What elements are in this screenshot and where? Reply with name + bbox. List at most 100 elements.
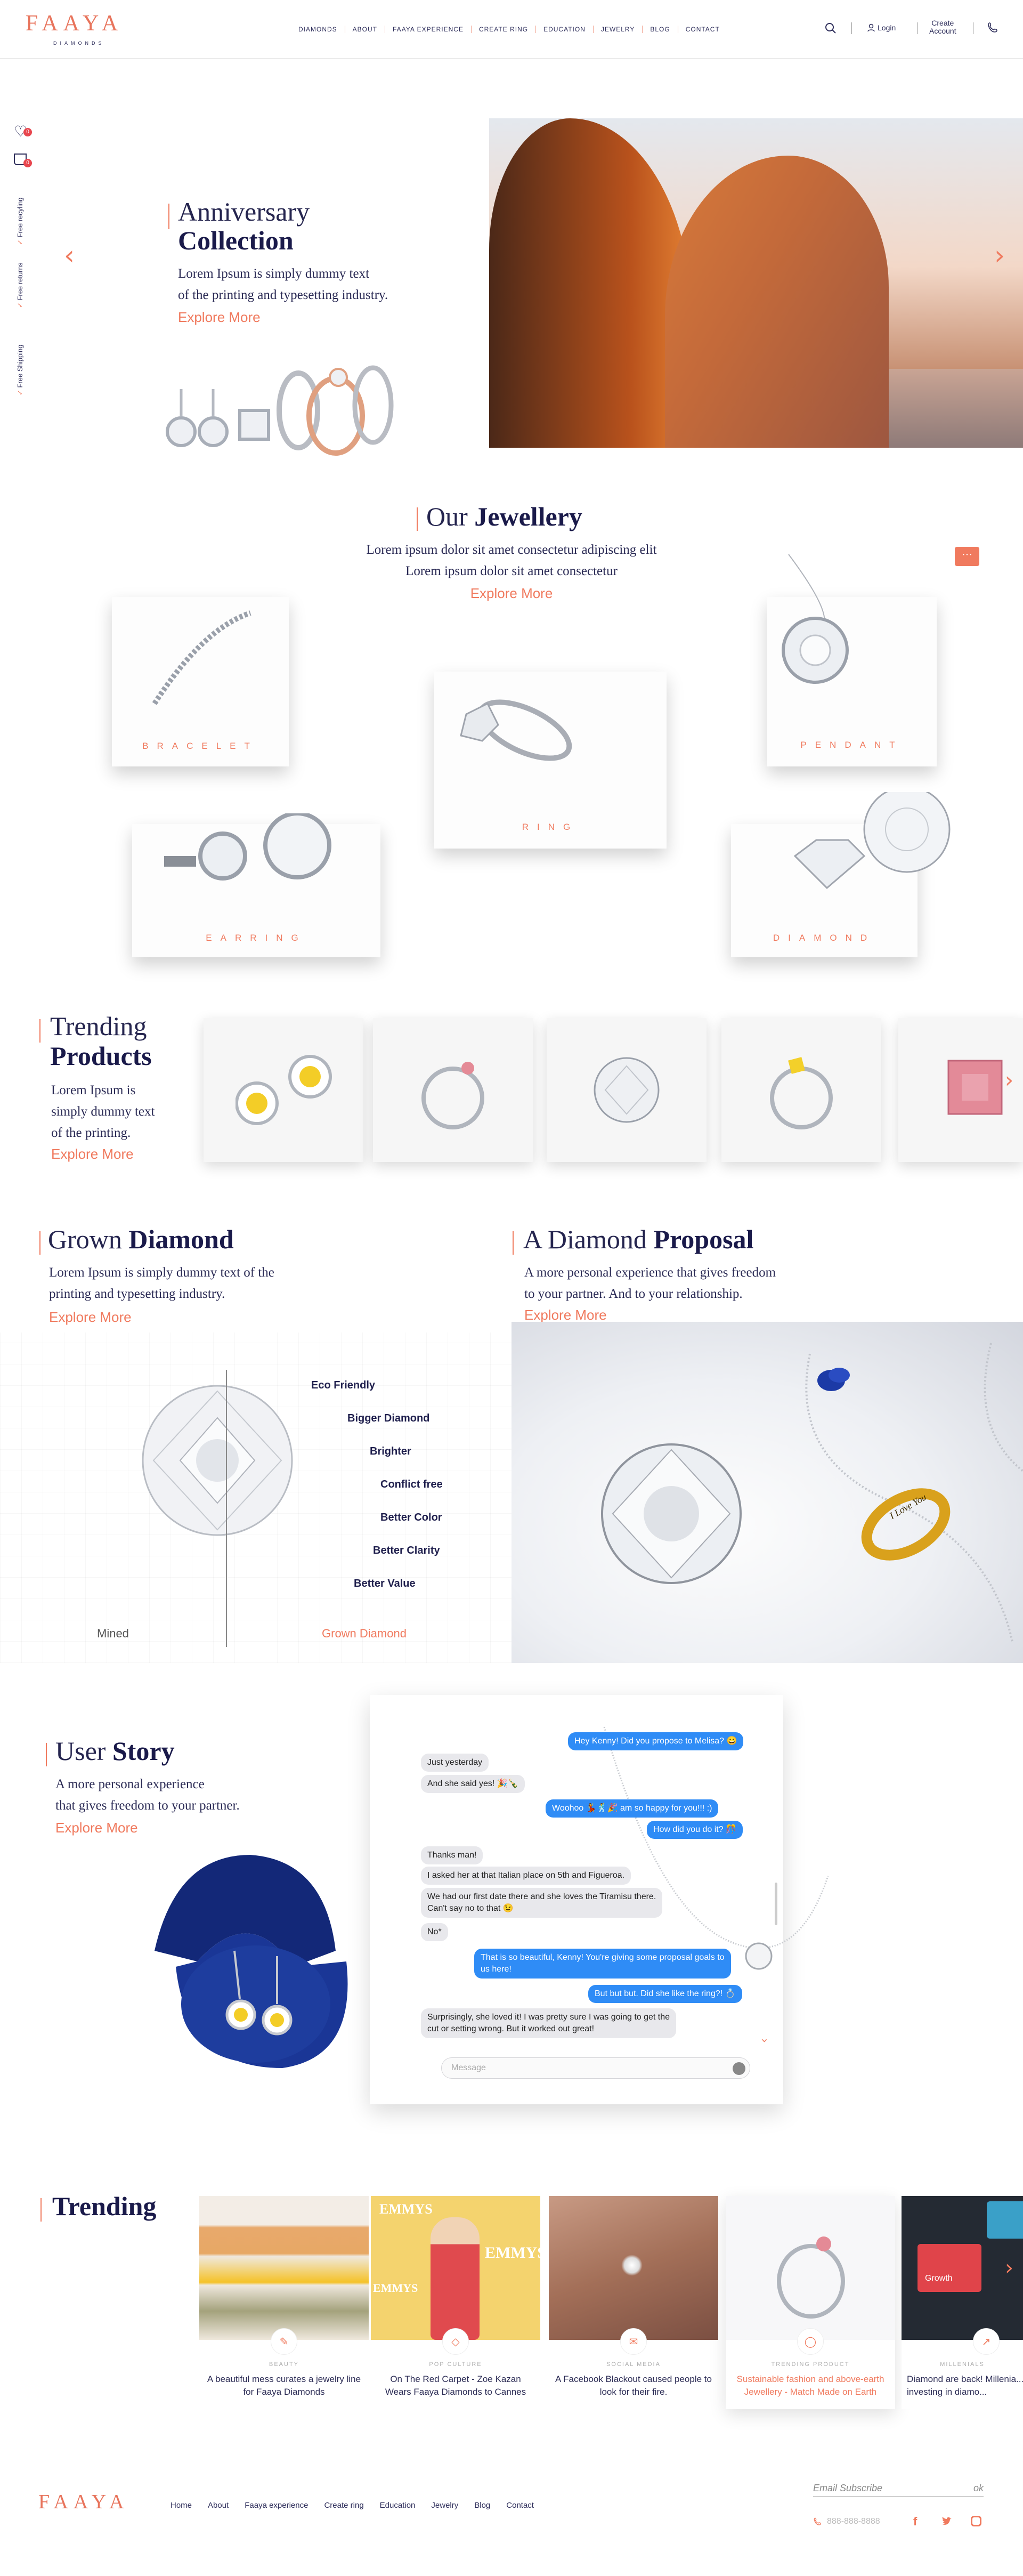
- grown-diamond-panel: Eco Friendly Bigger Diamond Brighter Con…: [0, 1333, 512, 1663]
- card-label: RING: [522, 822, 579, 832]
- card-earring[interactable]: EARRING: [132, 813, 380, 957]
- create-account-link[interactable]: Create Account: [929, 19, 956, 35]
- chat-widget-button[interactable]: ···: [955, 547, 979, 566]
- blog-card[interactable]: ✎ BEAUTY A beautiful mess curates a jewe…: [199, 2196, 369, 2409]
- grown-title-bold: Diamond: [128, 1224, 234, 1254]
- chat-window: Hey Kenny! Did you propose to Melisa? 😀 …: [370, 1695, 829, 2104]
- chat-message-received: Thanks man!: [421, 1846, 483, 1864]
- hero-title-bold: Collection: [178, 225, 294, 255]
- title-accent-bar: [168, 204, 169, 229]
- product-card[interactable]: [373, 1018, 533, 1162]
- trending-products-line-1: Lorem Ipsum is: [51, 1083, 136, 1097]
- proposal-scene: [601, 1343, 1023, 1642]
- hero-line-1: Lorem Ipsum is simply dummy text: [178, 267, 370, 281]
- footer-logo[interactable]: FAAYA: [38, 2490, 129, 2514]
- email-subscribe-field[interactable]: Email Subscribe ok: [813, 2478, 984, 2497]
- trending-next-arrow[interactable]: ›: [1005, 1068, 1013, 1093]
- nav-blog[interactable]: BLOG: [643, 26, 678, 33]
- message-placeholder: Message: [451, 2063, 486, 2072]
- send-icon[interactable]: [733, 2062, 745, 2075]
- nav-about[interactable]: ABOUT: [345, 26, 386, 33]
- nav-contact[interactable]: CONTACT: [678, 26, 727, 33]
- product-card[interactable]: [204, 1018, 363, 1162]
- subscribe-ok-button[interactable]: ok: [973, 2483, 984, 2494]
- chat-message-received: No*: [421, 1923, 448, 1941]
- hero-explore-link[interactable]: Explore More: [178, 309, 261, 326]
- nav-jewelry[interactable]: JEWELRY: [594, 26, 643, 33]
- pink-ring-drawing: [777, 2236, 845, 2319]
- search-icon[interactable]: [825, 22, 837, 34]
- blog-card[interactable]: ◯ TRENDING PRODUCT Sustainable fashion a…: [726, 2196, 895, 2409]
- title-accent-bar: [40, 2198, 42, 2222]
- chat-message-received: And she said yes! 🎉🍾: [421, 1775, 525, 1793]
- chat-message-received: I asked her at that Italian place on 5th…: [421, 1867, 631, 1885]
- product-card[interactable]: [721, 1018, 881, 1162]
- login-link[interactable]: Login: [867, 23, 896, 32]
- card-pendant[interactable]: PENDANT: [767, 554, 937, 766]
- footer-link-faaya-experience[interactable]: Faaya experience: [245, 2501, 308, 2510]
- twitter-icon[interactable]: [941, 2516, 953, 2526]
- blog-next-arrow[interactable]: ›: [1005, 2256, 1013, 2280]
- phone-icon[interactable]: [987, 21, 1000, 34]
- yellow-diamond-ring-image: [770, 1057, 833, 1129]
- blog-caption: A Facebook Blackout caused people to loo…: [555, 2374, 712, 2397]
- footer-link-education[interactable]: Education: [380, 2501, 416, 2510]
- footer-link-jewelry[interactable]: Jewelry: [431, 2501, 458, 2510]
- ring-sparkle: [621, 2255, 643, 2276]
- divider: [851, 22, 852, 34]
- blog-category: SOCIAL MEDIA: [606, 2361, 661, 2368]
- beauty-icon: ✎: [271, 2328, 297, 2355]
- card-diamond[interactable]: DIAMOND: [731, 792, 951, 957]
- trending-blog-title: Trending: [52, 2191, 157, 2221]
- trending-products-explore-link[interactable]: Explore More: [51, 1146, 134, 1162]
- proposal-title: A Diamond Proposal: [523, 1224, 753, 1255]
- ring-icon: ◯: [797, 2328, 824, 2355]
- chat-scrollbar[interactable]: [775, 1883, 777, 1925]
- brand-logo[interactable]: FAAYA: [26, 11, 123, 36]
- footer-link-contact[interactable]: Contact: [506, 2501, 534, 2510]
- message-input[interactable]: Message: [441, 2057, 750, 2079]
- scroll-down-icon[interactable]: ›: [758, 2038, 771, 2043]
- card-bracelet[interactable]: BRACELET: [112, 597, 289, 766]
- nav-education[interactable]: EDUCATION: [536, 26, 594, 33]
- story-explore-link[interactable]: Explore More: [55, 1820, 138, 1836]
- hero-next-arrow[interactable]: ›: [994, 240, 1005, 271]
- login-label: Login: [878, 23, 896, 32]
- footer-link-home[interactable]: Home: [170, 2501, 192, 2510]
- hero-image: [489, 118, 1023, 448]
- nav-create-ring[interactable]: CREATE RING: [472, 26, 537, 33]
- proposal-explore-link[interactable]: Explore More: [524, 1307, 607, 1323]
- emmy-sign-text: EMMYS: [485, 2244, 546, 2262]
- card-ring[interactable]: RING: [434, 672, 667, 849]
- blog-image-hands-ring: [549, 2196, 718, 2340]
- diamond-icon: ◇: [442, 2328, 469, 2355]
- blog-card[interactable]: Growth ↗ MILLENIALS Diamond are back! Mi…: [902, 2196, 1023, 2409]
- trending-products-title-light: Trending: [50, 1011, 147, 1041]
- label-mined: Mined: [97, 1627, 129, 1640]
- product-card[interactable]: [898, 1018, 1023, 1162]
- nav-diamonds[interactable]: DIAMONDS: [291, 26, 345, 33]
- couple-man-silhouette: [489, 118, 692, 448]
- instagram-icon[interactable]: [971, 2516, 981, 2526]
- chat-message-sent: How did you do it? 🎊: [647, 1821, 743, 1839]
- footer-phone[interactable]: 888-888-8888: [813, 2517, 880, 2526]
- hero-prev-arrow[interactable]: ‹: [64, 240, 75, 271]
- yellow-diamond-earrings-image: [236, 1055, 332, 1125]
- blog-card[interactable]: EMMYS EMMYS EMMYS ◇ POP CULTURE On The R…: [371, 2196, 546, 2409]
- nav-faaya-experience[interactable]: FAAYA EXPERIENCE: [385, 26, 472, 33]
- product-card[interactable]: [547, 1018, 707, 1162]
- footer-link-create-ring[interactable]: Create ring: [324, 2501, 363, 2510]
- grown-explore-link[interactable]: Explore More: [49, 1309, 132, 1326]
- proposal-line-2: to your partner. And to your relationshi…: [524, 1287, 743, 1301]
- footer-link-blog[interactable]: Blog: [474, 2501, 490, 2510]
- footer-link-about[interactable]: About: [208, 2501, 229, 2510]
- story-line-1: A more personal experience: [55, 1777, 205, 1791]
- chat-message-received: We had our first date there and she love…: [421, 1888, 663, 1918]
- blog-card[interactable]: ✉ SOCIAL MEDIA A Facebook Blackout cause…: [549, 2196, 718, 2409]
- create-account-label-2: Account: [929, 27, 956, 35]
- bracelet-image: [152, 610, 251, 705]
- story-title-light: User: [55, 1736, 106, 1766]
- facebook-icon[interactable]: f: [913, 2515, 917, 2529]
- trending-products-title-bold: Products: [50, 1041, 152, 1071]
- hero-title-light: Anniversary: [178, 197, 310, 227]
